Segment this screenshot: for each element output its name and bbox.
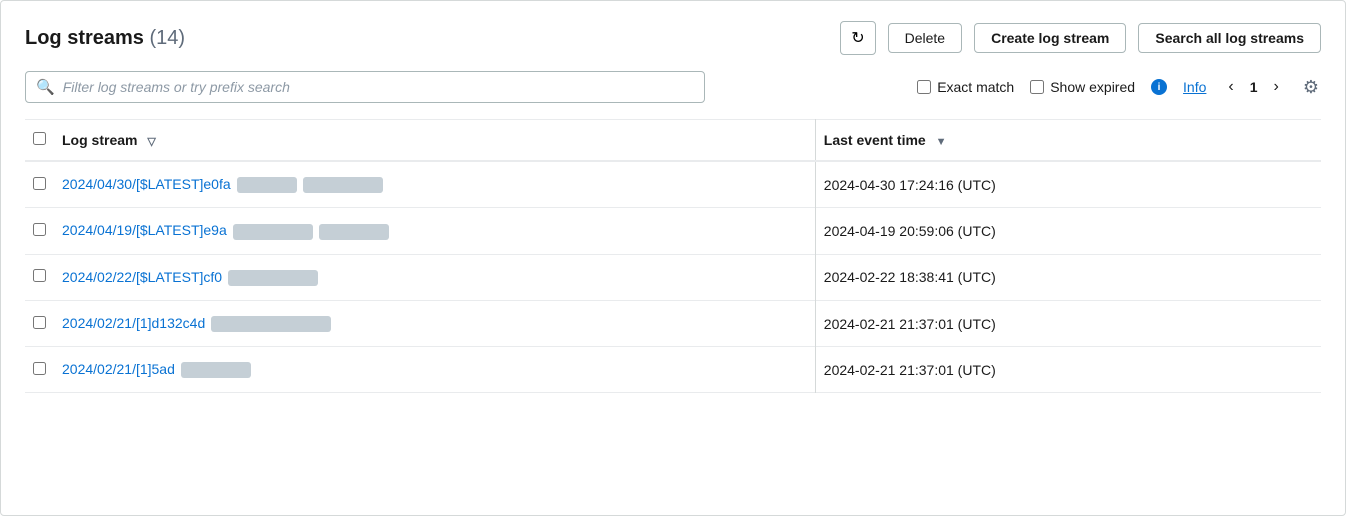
redacted-bar bbox=[237, 177, 297, 193]
stream-cell: 2024/04/30/[$LATEST]e0fa bbox=[54, 161, 815, 208]
stream-link[interactable]: 2024/02/21/[1]d132c4d bbox=[62, 315, 205, 331]
search-input[interactable] bbox=[63, 79, 694, 95]
redacted-bar bbox=[233, 224, 313, 240]
info-icon[interactable]: i bbox=[1151, 79, 1167, 95]
next-page-button[interactable]: › bbox=[1268, 76, 1285, 98]
event-time-cell: 2024-04-19 20:59:06 (UTC) bbox=[815, 208, 1321, 254]
search-all-label: Search all log streams bbox=[1155, 30, 1304, 46]
stream-count: (14) bbox=[150, 27, 186, 49]
search-icon: 🔍 bbox=[36, 78, 55, 96]
stream-link[interactable]: 2024/02/21/[1]5ad bbox=[62, 361, 175, 377]
stream-cell: 2024/04/19/[$LATEST]e9a bbox=[54, 208, 815, 254]
show-expired-text: Show expired bbox=[1050, 79, 1135, 95]
delete-button[interactable]: Delete bbox=[888, 23, 962, 53]
table-row: 2024/02/22/[$LATEST]cf0 2024-02-22 18:38… bbox=[25, 254, 1321, 300]
refresh-button[interactable]: ↻ bbox=[840, 21, 875, 55]
settings-icon: ⚙ bbox=[1303, 77, 1319, 97]
event-col-header[interactable]: Last event time ▼ bbox=[815, 120, 1321, 162]
event-time-cell: 2024-02-21 21:37:01 (UTC) bbox=[815, 347, 1321, 393]
event-time-cell: 2024-04-30 17:24:16 (UTC) bbox=[815, 161, 1321, 208]
redacted-bar bbox=[211, 316, 331, 332]
pagination: ‹ 1 › bbox=[1222, 76, 1284, 98]
stream-col-header[interactable]: Log stream ▽ bbox=[54, 120, 815, 162]
redacted-bar bbox=[181, 362, 251, 378]
redacted-bar bbox=[319, 224, 389, 240]
page-number: 1 bbox=[1246, 79, 1262, 95]
delete-label: Delete bbox=[905, 30, 945, 46]
stream-link[interactable]: 2024/04/30/[$LATEST]e0fa bbox=[62, 176, 231, 192]
show-expired-label[interactable]: Show expired bbox=[1030, 79, 1135, 95]
row-checkbox-cell[interactable] bbox=[25, 347, 54, 393]
create-label: Create log stream bbox=[991, 30, 1109, 46]
row-checkbox-cell[interactable] bbox=[25, 208, 54, 254]
event-time-cell: 2024-02-21 21:37:01 (UTC) bbox=[815, 300, 1321, 346]
row-checkbox[interactable] bbox=[33, 316, 46, 329]
row-checkbox[interactable] bbox=[33, 362, 46, 375]
table-row: 2024/02/21/[1]5ad 2024-02-21 21:37:01 (U… bbox=[25, 347, 1321, 393]
event-time-cell: 2024-02-22 18:38:41 (UTC) bbox=[815, 254, 1321, 300]
prev-page-button[interactable]: ‹ bbox=[1222, 76, 1239, 98]
event-sort-icon[interactable]: ▼ bbox=[936, 136, 947, 148]
stream-cell: 2024/02/21/[1]5ad bbox=[54, 347, 815, 393]
row-checkbox[interactable] bbox=[33, 177, 46, 190]
select-all-header[interactable] bbox=[25, 120, 54, 162]
select-all-checkbox[interactable] bbox=[33, 132, 46, 145]
row-checkbox-cell[interactable] bbox=[25, 161, 54, 208]
search-box[interactable]: 🔍 bbox=[25, 71, 705, 103]
row-checkbox[interactable] bbox=[33, 223, 46, 236]
row-checkbox-cell[interactable] bbox=[25, 300, 54, 346]
stream-cell: 2024/02/21/[1]d132c4d bbox=[54, 300, 815, 346]
redacted-bar bbox=[228, 270, 318, 286]
stream-link[interactable]: 2024/04/19/[$LATEST]e9a bbox=[62, 222, 227, 238]
exact-match-label[interactable]: Exact match bbox=[917, 79, 1014, 95]
page-title: Log streams (14) bbox=[25, 27, 185, 50]
table-row: 2024/02/21/[1]d132c4d 2024-02-21 21:37:0… bbox=[25, 300, 1321, 346]
row-checkbox[interactable] bbox=[33, 269, 46, 282]
redacted-bar bbox=[303, 177, 383, 193]
table-row: 2024/04/19/[$LATEST]e9a 2024-04-19 20:59… bbox=[25, 208, 1321, 254]
row-checkbox-cell[interactable] bbox=[25, 254, 54, 300]
show-expired-checkbox[interactable] bbox=[1030, 80, 1044, 94]
log-streams-table: Log stream ▽ Last event time ▼ 2024/04/3… bbox=[25, 119, 1321, 393]
stream-link[interactable]: 2024/02/22/[$LATEST]cf0 bbox=[62, 269, 222, 285]
table-row: 2024/04/30/[$LATEST]e0fa 2024-04-30 17:2… bbox=[25, 161, 1321, 208]
info-link[interactable]: Info bbox=[1183, 79, 1206, 95]
stream-sort-icon[interactable]: ▽ bbox=[147, 135, 155, 148]
settings-button[interactable]: ⚙ bbox=[1301, 75, 1321, 100]
exact-match-text: Exact match bbox=[937, 79, 1014, 95]
refresh-icon: ↻ bbox=[851, 28, 864, 48]
exact-match-checkbox[interactable] bbox=[917, 80, 931, 94]
search-all-log-streams-button[interactable]: Search all log streams bbox=[1138, 23, 1321, 53]
create-log-stream-button[interactable]: Create log stream bbox=[974, 23, 1126, 53]
stream-cell: 2024/02/22/[$LATEST]cf0 bbox=[54, 254, 815, 300]
